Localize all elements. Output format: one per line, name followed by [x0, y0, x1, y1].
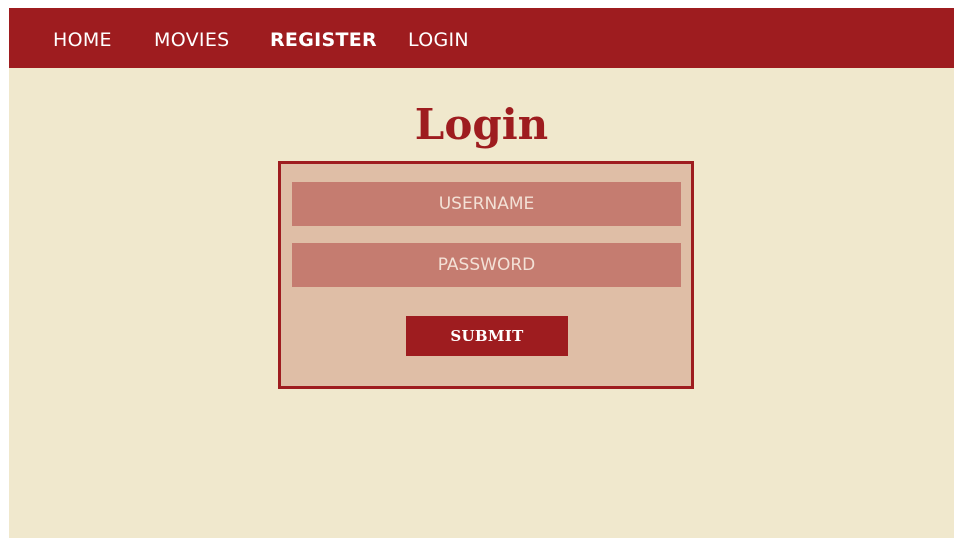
top-navigation-bar: HOME MOVIES REGISTER LOGIN	[9, 8, 954, 68]
page-frame: HOME MOVIES REGISTER LOGIN Login SUBMIT	[9, 8, 954, 538]
nav-link-movies[interactable]: MOVIES	[154, 28, 229, 52]
page-title: Login	[414, 100, 549, 149]
password-input[interactable]	[292, 243, 681, 287]
submit-button[interactable]: SUBMIT	[406, 316, 568, 356]
nav-link-home[interactable]: HOME	[53, 28, 112, 52]
nav-link-register[interactable]: REGISTER	[270, 28, 377, 52]
nav-link-login[interactable]: LOGIN	[408, 28, 469, 52]
login-form: SUBMIT	[278, 161, 694, 389]
username-input[interactable]	[292, 182, 681, 226]
